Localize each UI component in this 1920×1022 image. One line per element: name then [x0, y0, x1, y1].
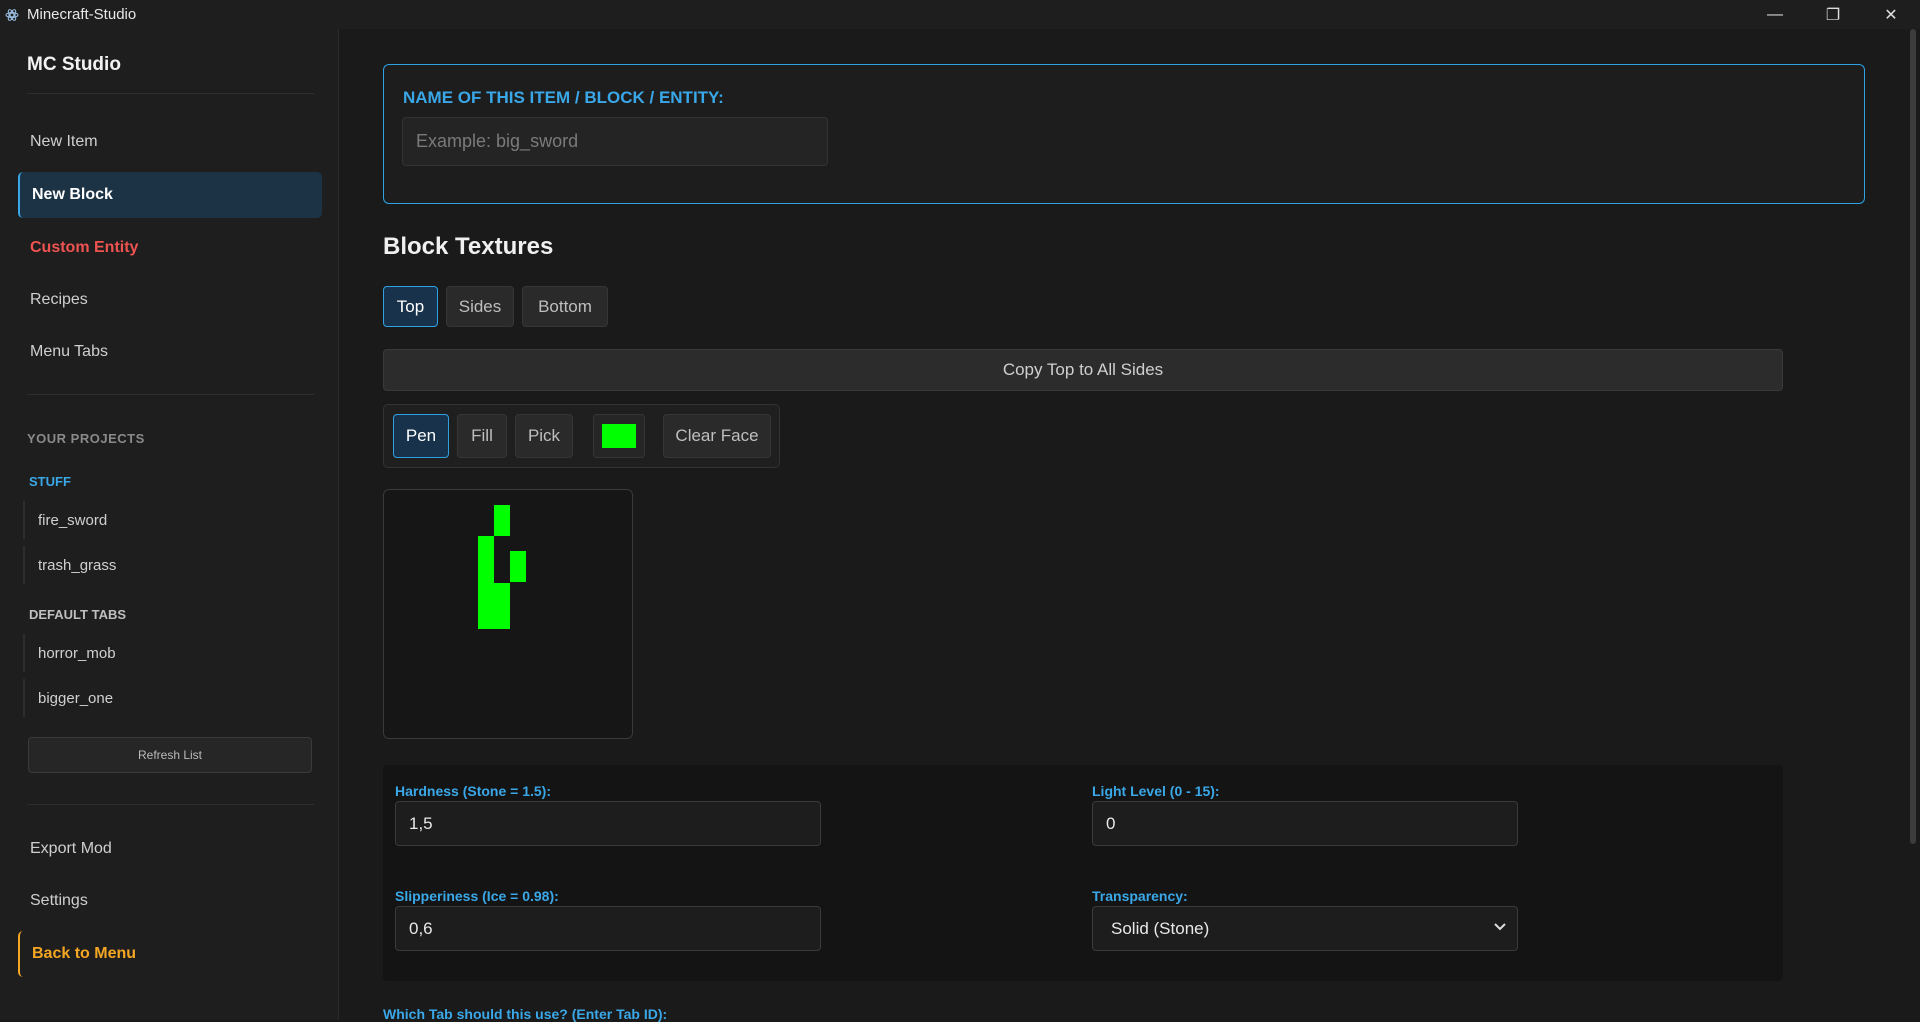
fill-tool-button[interactable]: Fill [457, 414, 507, 458]
minimize-icon: — [1767, 5, 1783, 23]
nav-back-to-menu[interactable]: Back to Menu [18, 931, 322, 977]
tool-panel: Pen Fill Pick Clear Face [383, 404, 780, 468]
nav-menu-tabs[interactable]: Menu Tabs [18, 329, 322, 375]
name-input[interactable] [402, 117, 828, 166]
transparency-value: Solid (Stone) [1111, 918, 1210, 938]
name-label: NAME OF THIS ITEM / BLOCK / ENTITY: [403, 88, 724, 107]
pixel [478, 536, 494, 583]
clear-face-button[interactable]: Clear Face [663, 414, 771, 458]
group-label-stuff: STUFF [29, 474, 71, 489]
slipperiness-label: Slipperiness (Ice = 0.98): [395, 888, 559, 904]
project-item[interactable]: fire_sword [23, 501, 313, 539]
block-properties: Hardness (Stone = 1.5): 1,5 Light Level … [383, 765, 1783, 981]
project-item[interactable]: bigger_one [23, 679, 313, 717]
minimize-button[interactable]: — [1746, 0, 1804, 29]
pixel [494, 505, 510, 536]
project-item[interactable]: horror_mob [23, 634, 313, 672]
color-swatch [602, 424, 636, 448]
nav-custom-entity[interactable]: Custom Entity [18, 225, 322, 271]
pick-tool-button[interactable]: Pick [515, 414, 573, 458]
divider [27, 804, 314, 805]
texture-canvas[interactable] [383, 489, 633, 739]
main-content: NAME OF THIS ITEM / BLOCK / ENTITY: Bloc… [340, 29, 1906, 1022]
main-scrollbar[interactable] [1906, 29, 1920, 1020]
close-icon: ✕ [1884, 6, 1898, 24]
nav-export-mod[interactable]: Export Mod [18, 826, 322, 872]
projects-heading: YOUR PROJECTS [27, 431, 145, 446]
scrollbar-thumb[interactable] [1910, 29, 1916, 844]
window-title: Minecraft-Studio [27, 6, 137, 23]
nav-new-item[interactable]: New Item [18, 119, 322, 165]
pixel [478, 583, 510, 629]
refresh-list-button[interactable]: Refresh List [28, 737, 312, 773]
sidebar: MC Studio New Item New Block Custom Enti… [0, 29, 339, 1020]
pixel [510, 551, 526, 582]
light-level-label: Light Level (0 - 15): [1092, 783, 1220, 799]
color-picker[interactable] [593, 414, 645, 458]
name-card: NAME OF THIS ITEM / BLOCK / ENTITY: [383, 64, 1865, 204]
tab-top[interactable]: Top [383, 286, 438, 327]
divider [27, 394, 314, 395]
nav-recipes[interactable]: Recipes [18, 277, 322, 323]
title-bar: Minecraft-Studio — ❐ ✕ [0, 0, 1920, 29]
divider [27, 93, 314, 94]
copy-top-button[interactable]: Copy Top to All Sides [383, 349, 1783, 391]
brand-title: MC Studio [27, 54, 121, 75]
group-label-default-tabs: DEFAULT TABS [29, 607, 127, 622]
hardness-label: Hardness (Stone = 1.5): [395, 783, 551, 799]
nav-new-block[interactable]: New Block [18, 172, 322, 218]
project-item[interactable]: trash_grass [23, 546, 313, 584]
transparency-label: Transparency: [1092, 888, 1188, 904]
block-textures-heading: Block Textures [383, 233, 554, 260]
chevron-down-icon [1493, 919, 1507, 936]
close-button[interactable]: ✕ [1862, 0, 1920, 29]
tab-bottom[interactable]: Bottom [522, 286, 608, 327]
maximize-button[interactable]: ❐ [1804, 0, 1862, 29]
pen-tool-button[interactable]: Pen [393, 414, 449, 458]
restore-icon: ❐ [1825, 6, 1841, 24]
slipperiness-input[interactable]: 0,6 [395, 906, 821, 951]
transparency-select[interactable]: Solid (Stone) [1092, 906, 1518, 951]
nav-settings[interactable]: Settings [18, 878, 322, 924]
tab-sides[interactable]: Sides [446, 286, 514, 327]
app-icon [5, 8, 19, 22]
light-level-input[interactable]: 0 [1092, 801, 1518, 846]
hardness-input[interactable]: 1,5 [395, 801, 821, 846]
